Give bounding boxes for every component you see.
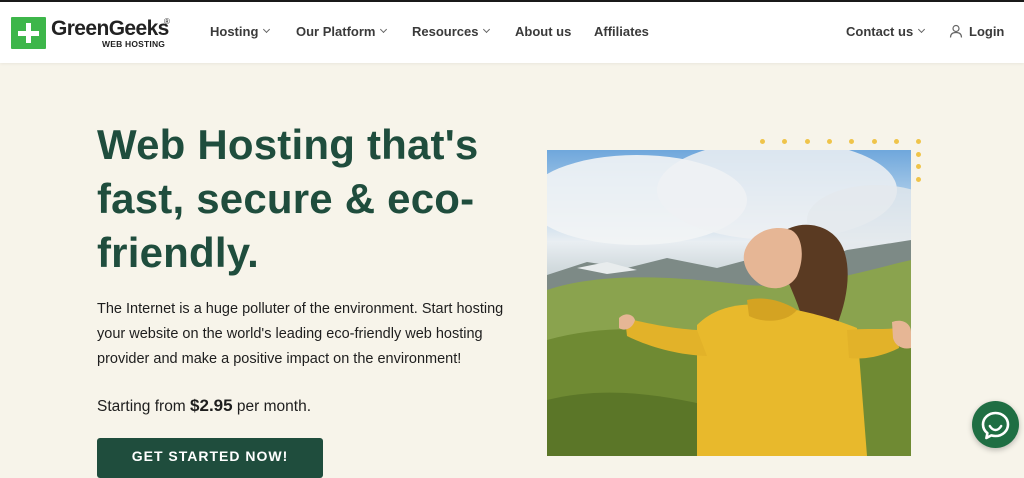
decorative-dot xyxy=(760,139,765,144)
nav-item-about-us[interactable]: About us xyxy=(515,24,571,39)
hero-photo xyxy=(547,150,911,456)
chat-icon xyxy=(981,411,1010,440)
chevron-down-icon xyxy=(380,25,388,34)
nav-item-affiliates[interactable]: Affiliates xyxy=(594,24,649,39)
chat-button[interactable] xyxy=(972,401,1019,448)
decorative-dot xyxy=(893,139,899,144)
login-label: Login xyxy=(969,24,1005,39)
decorative-dot xyxy=(916,177,922,183)
nav-item-label: Affiliates xyxy=(594,24,649,39)
hero-description: The Internet is a huge polluter of the e… xyxy=(97,301,504,367)
decorative-dot xyxy=(916,164,922,170)
price-line: Starting from $2.95 per month. xyxy=(97,396,311,416)
logo-name: GreenGeeks xyxy=(51,17,169,40)
decorative-dot xyxy=(804,139,810,144)
hero-photo-illustration xyxy=(547,150,911,456)
decorative-dot xyxy=(782,139,788,144)
get-started-button[interactable]: GET STARTED NOW! xyxy=(97,438,323,478)
nav-item-label: Hosting xyxy=(210,24,259,39)
logo-wordmark: GreenGeeks ® WEB HOSTING xyxy=(51,17,171,49)
hero-title: Web Hosting that's fast, secure & eco-fr… xyxy=(97,121,479,276)
decorative-dot xyxy=(916,151,922,157)
nav-item-label: About us xyxy=(515,24,572,39)
decorative-dot xyxy=(871,139,877,144)
chevron-down-icon xyxy=(483,25,491,34)
chevron-down-icon xyxy=(918,25,926,34)
logo-subtitle: WEB HOSTING xyxy=(102,39,166,49)
nav-item-our-platform[interactable]: Our Platform xyxy=(296,24,388,39)
user-icon xyxy=(949,24,963,38)
price-suffix: per month. xyxy=(236,398,312,415)
greengeeks-logo[interactable]: GreenGeeks ® WEB HOSTING xyxy=(11,17,171,49)
nav-item-hosting[interactable]: Hosting xyxy=(210,24,271,39)
chevron-down-icon xyxy=(263,25,271,34)
price-amount: $2.95 xyxy=(190,396,233,415)
login-link[interactable]: Login xyxy=(949,24,1004,39)
plus-logo-icon xyxy=(11,17,46,49)
nav-item-contact-us[interactable]: Contact us xyxy=(846,24,926,39)
nav-item-label: Contact us xyxy=(846,24,914,39)
site-header: GreenGeeks ® WEB HOSTING Hosting Our Pla… xyxy=(0,2,1024,63)
decorative-dot xyxy=(826,139,832,144)
logo-registered-mark: ® xyxy=(164,17,170,26)
decorative-dot xyxy=(916,139,922,144)
price-prefix: Starting from xyxy=(97,398,186,415)
nav-item-resources[interactable]: Resources xyxy=(412,24,491,39)
nav-item-label: Our Platform xyxy=(296,24,376,39)
decorative-dot xyxy=(849,139,855,144)
nav-item-label: Resources xyxy=(412,24,479,39)
